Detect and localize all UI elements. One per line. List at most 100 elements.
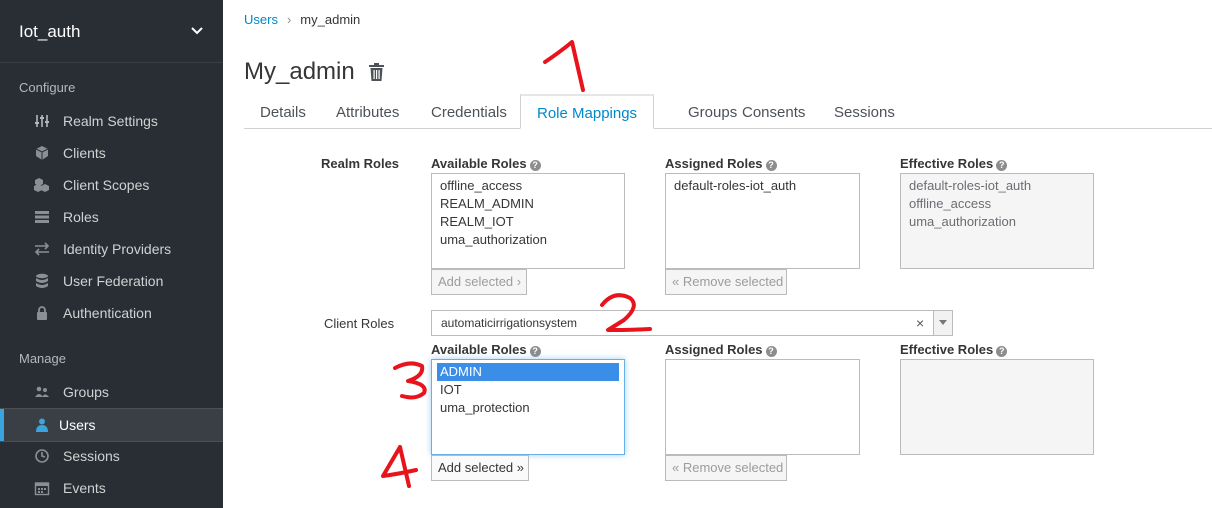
realm-name: Iot_auth xyxy=(19,22,81,41)
client-effective-roles-text: Effective Roles xyxy=(900,342,994,357)
client-add-selected-button[interactable]: Add selected » xyxy=(431,455,529,481)
cube-icon xyxy=(35,146,49,160)
annotation-mark-3 xyxy=(393,361,427,400)
section-manage: Manage xyxy=(19,351,66,366)
realm-remove-selected-button[interactable]: « Remove selected xyxy=(665,269,787,295)
help-icon[interactable]: ? xyxy=(765,160,777,171)
sidebar-item-label: Authentication xyxy=(63,305,152,321)
list-item[interactable]: offline_access xyxy=(432,177,624,195)
sidebar-item-label: Users xyxy=(59,417,96,433)
sidebar-item-label: Realm Settings xyxy=(63,113,158,129)
dropdown-arrow-icon[interactable] xyxy=(933,311,952,335)
chevron-down-icon xyxy=(191,27,203,35)
list-item[interactable]: default-roles-iot_auth xyxy=(666,177,859,195)
sidebar-item-label: Client Scopes xyxy=(63,177,150,193)
help-icon[interactable]: ? xyxy=(996,160,1008,171)
client-available-roles-label: Available Roles? xyxy=(431,342,541,357)
realm-add-selected-button[interactable]: Add selected › xyxy=(431,269,527,295)
realm-effective-roles-list: default-roles-iot_auth offline_access um… xyxy=(900,173,1094,269)
realm-available-roles-list[interactable]: offline_access REALM_ADMIN REALM_IOT uma… xyxy=(431,173,625,269)
sidebar-item-label: Roles xyxy=(63,209,99,225)
breadcrumb-current: my_admin xyxy=(300,12,361,27)
client-available-roles-list[interactable]: ADMIN IOT uma_protection xyxy=(431,359,625,455)
sliders-icon xyxy=(35,115,49,127)
client-select[interactable]: automaticirrigationsystem × xyxy=(431,310,953,336)
client-roles-label: Client Roles xyxy=(324,316,395,331)
help-icon[interactable]: ? xyxy=(996,346,1008,357)
list-item: default-roles-iot_auth xyxy=(909,178,1032,193)
sidebar-item-identity-providers[interactable]: Identity Providers xyxy=(0,233,223,265)
page-title: My_admin xyxy=(244,58,355,85)
client-remove-selected-button[interactable]: « Remove selected xyxy=(665,455,787,481)
breadcrumb-separator: › xyxy=(286,12,292,27)
tab-role-mappings[interactable]: Role Mappings xyxy=(520,94,655,129)
list-item: offline_access xyxy=(909,196,992,211)
client-assigned-roles-label: Assigned Roles? xyxy=(665,342,777,357)
sidebar: Iot_auth Configure Realm Settings Client… xyxy=(0,0,223,508)
list-item[interactable]: IOT xyxy=(432,381,624,399)
users-icon xyxy=(35,386,49,397)
tab-attributes[interactable]: Attributes xyxy=(320,95,415,128)
breadcrumb-users-link[interactable]: Users xyxy=(244,12,278,27)
client-available-roles-text: Available Roles xyxy=(431,342,527,357)
sidebar-item-label: Sessions xyxy=(63,448,120,464)
realm-effective-roles-text: Effective Roles xyxy=(900,156,994,171)
clock-icon xyxy=(35,449,49,463)
exchange-icon xyxy=(34,242,50,256)
calendar-icon xyxy=(34,482,50,496)
annotation-mark-4 xyxy=(381,445,418,488)
client-assigned-roles-text: Assigned Roles xyxy=(665,342,763,357)
sidebar-item-label: Events xyxy=(63,480,106,496)
realm-selector[interactable]: Iot_auth xyxy=(0,0,223,63)
trash-icon[interactable] xyxy=(369,63,384,81)
sidebar-item-groups[interactable]: Groups xyxy=(0,376,223,408)
realm-roles-label: Realm Roles xyxy=(321,156,400,171)
sidebar-item-label: Clients xyxy=(63,145,106,161)
list-item[interactable]: uma_protection xyxy=(432,399,624,417)
sidebar-item-sessions[interactable]: Sessions xyxy=(0,440,223,472)
lock-icon xyxy=(37,306,47,320)
list-item[interactable]: REALM_ADMIN xyxy=(432,195,624,213)
annotation-mark-1 xyxy=(543,40,585,92)
database-icon xyxy=(36,273,48,288)
sidebar-item-clients[interactable]: Clients xyxy=(0,137,223,169)
sidebar-item-label: Identity Providers xyxy=(63,241,172,257)
list-item-selected[interactable]: ADMIN xyxy=(437,363,619,381)
sidebar-item-user-federation[interactable]: User Federation xyxy=(0,265,223,297)
realm-assigned-roles-list[interactable]: default-roles-iot_auth xyxy=(665,173,860,269)
realm-assigned-roles-label: Assigned Roles? xyxy=(665,156,777,171)
help-icon[interactable]: ? xyxy=(529,160,541,171)
list-item: uma_authorization xyxy=(909,214,1016,229)
tab-details[interactable]: Details xyxy=(244,95,322,128)
tab-credentials[interactable]: Credentials xyxy=(415,95,523,128)
client-assigned-roles-list[interactable] xyxy=(665,359,860,455)
list-item[interactable]: uma_authorization xyxy=(432,231,624,249)
tab-consents[interactable]: Consents xyxy=(726,95,821,128)
clear-icon[interactable]: × xyxy=(916,315,924,331)
client-select-value: automaticirrigationsystem xyxy=(441,316,578,330)
sidebar-item-events[interactable]: Events xyxy=(0,472,223,504)
sidebar-item-client-scopes[interactable]: Client Scopes xyxy=(0,169,223,201)
sidebar-item-users[interactable]: Users xyxy=(0,408,223,442)
client-effective-roles-label: Effective Roles? xyxy=(900,342,1008,357)
help-icon[interactable]: ? xyxy=(765,346,777,357)
sidebar-item-label: User Federation xyxy=(63,273,164,289)
realm-available-roles-label: Available Roles? xyxy=(431,156,541,171)
user-icon xyxy=(36,418,48,432)
help-icon[interactable]: ? xyxy=(529,346,541,357)
realm-effective-roles-label: Effective Roles? xyxy=(900,156,1008,171)
list-item[interactable]: REALM_IOT xyxy=(432,213,624,231)
realm-assigned-roles-text: Assigned Roles xyxy=(665,156,763,171)
sidebar-item-label: Groups xyxy=(63,384,109,400)
cubes-icon xyxy=(34,178,49,192)
sidebar-item-authentication[interactable]: Authentication xyxy=(0,297,223,329)
section-configure: Configure xyxy=(19,80,76,95)
list-icon xyxy=(35,211,49,223)
sidebar-item-roles[interactable]: Roles xyxy=(0,201,223,233)
breadcrumb: Users › my_admin xyxy=(244,12,360,27)
tab-sessions[interactable]: Sessions xyxy=(818,95,911,128)
sidebar-item-realm-settings[interactable]: Realm Settings xyxy=(0,105,223,137)
tab-bar: Details Attributes Credentials Role Mapp… xyxy=(244,94,1212,129)
realm-available-roles-text: Available Roles xyxy=(431,156,527,171)
client-effective-roles-list xyxy=(900,359,1094,455)
